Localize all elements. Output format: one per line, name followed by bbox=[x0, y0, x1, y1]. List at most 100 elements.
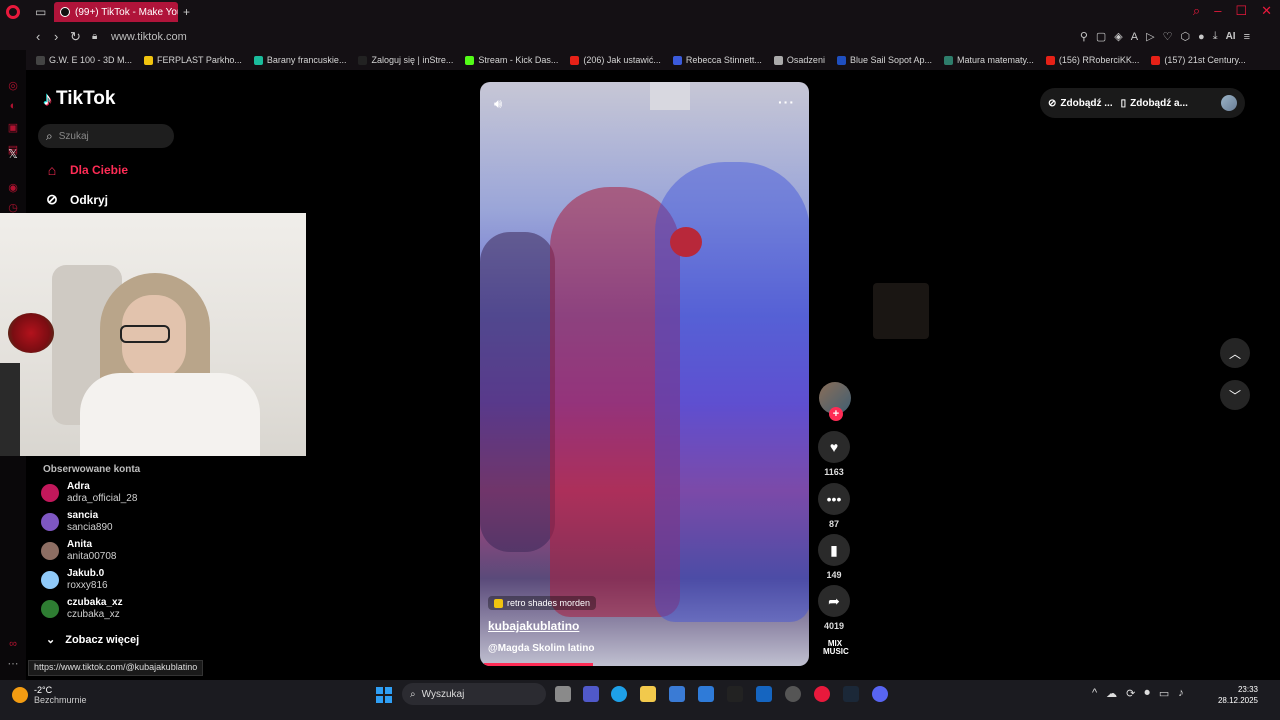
user-avatar[interactable] bbox=[1221, 95, 1237, 111]
tab-overview-icon[interactable]: ▭ bbox=[35, 5, 46, 19]
maximize-button[interactable]: ☐ bbox=[1235, 3, 1247, 19]
nav-explore[interactable]: ⊘ Odkryj bbox=[44, 191, 108, 208]
bookmark-item[interactable]: Blue Sail Sopot Ap... bbox=[836, 55, 932, 65]
menu-icon[interactable]: ≡ bbox=[1244, 31, 1250, 43]
steam-icon[interactable] bbox=[843, 686, 859, 702]
sync-icon[interactable]: ⟳ bbox=[1126, 687, 1135, 700]
search-tabs-icon[interactable]: ⌕ bbox=[1193, 3, 1200, 19]
following-account[interactable]: sancia sancia890 bbox=[41, 510, 113, 534]
sidebar-aria-icon[interactable]: ◎ bbox=[7, 80, 19, 92]
following-account[interactable]: Adra adra_official_28 bbox=[41, 481, 137, 505]
tab-tiktok[interactable]: (99+) TikTok - Make Your D bbox=[54, 2, 178, 22]
heart-icon[interactable]: ♥ bbox=[818, 431, 850, 463]
bookmark-item[interactable]: FERPLAST Parkho... bbox=[144, 55, 242, 65]
follow-plus-button[interactable]: + bbox=[829, 407, 843, 421]
close-window-button[interactable]: ✕ bbox=[1261, 3, 1272, 19]
bookmark-item[interactable]: Matura matematy... bbox=[944, 55, 1034, 65]
bookmark-item[interactable]: Barany francuskie... bbox=[253, 55, 346, 65]
volume-icon[interactable]: 🔊︎ bbox=[494, 96, 502, 112]
opera-taskbar-icon[interactable] bbox=[814, 686, 830, 702]
video-author-link[interactable]: kubajakublatino bbox=[488, 619, 579, 633]
forward-button[interactable]: › bbox=[54, 30, 58, 44]
sidebar-mail-icon[interactable]: ▣ bbox=[7, 122, 19, 134]
search-input[interactable] bbox=[58, 130, 159, 142]
video-description: @Magda Skolim latino bbox=[488, 643, 595, 654]
music-disc-icon[interactable]: MIX MUSIC bbox=[823, 640, 849, 656]
bookmark-item[interactable]: (157) 21st Century... bbox=[1151, 55, 1246, 65]
get-app-button[interactable]: ▯ Zdobądź a... bbox=[1121, 98, 1188, 109]
tray-chevron-icon[interactable]: ^ bbox=[1092, 687, 1097, 700]
download-icon[interactable]: ⤓ bbox=[1213, 30, 1218, 43]
discord-icon[interactable] bbox=[872, 686, 888, 702]
video-progress-bar[interactable] bbox=[484, 663, 593, 666]
capcut-icon[interactable] bbox=[727, 686, 743, 702]
search-box[interactable]: ⌕ bbox=[38, 124, 174, 148]
previous-video-button[interactable]: ︿ bbox=[1220, 338, 1250, 368]
bookmark-item[interactable]: (156) RRoberciKK... bbox=[1045, 55, 1139, 65]
play-icon[interactable]: ▷ bbox=[1146, 30, 1154, 43]
share-action[interactable]: ➦ 4019 bbox=[817, 585, 851, 631]
more-options-icon[interactable]: ··· bbox=[778, 94, 795, 110]
share-icon[interactable]: ➦ bbox=[818, 585, 850, 617]
nav-for-you[interactable]: ⌂ Dla Ciebie bbox=[44, 162, 128, 178]
bookmark-icon[interactable]: ▮ bbox=[818, 534, 850, 566]
following-account[interactable]: czubaka_xz czubaka_xz bbox=[41, 597, 123, 621]
task-view-icon[interactable] bbox=[555, 686, 571, 702]
bookmark-item[interactable]: G.W. E 100 - 3D M... bbox=[36, 55, 132, 65]
settings-icon[interactable] bbox=[785, 686, 801, 702]
like-action[interactable]: ♥ 1163 bbox=[817, 431, 851, 477]
translate-icon[interactable]: A bbox=[1131, 31, 1138, 43]
sidebar-more-icon[interactable]: ⋯ bbox=[7, 658, 19, 670]
music-tag[interactable]: retro shades morden bbox=[488, 596, 597, 610]
compass-icon: ⊘ bbox=[46, 191, 58, 207]
file-explorer-icon[interactable] bbox=[640, 686, 656, 702]
bookmark-item[interactable]: Osadzeni bbox=[773, 55, 825, 65]
comment-action[interactable]: ••• 87 bbox=[817, 483, 851, 529]
video-player[interactable]: 🔊︎ ··· retro shades morden kubajakublati… bbox=[480, 82, 809, 666]
mic-icon[interactable]: ⏺ bbox=[1144, 687, 1150, 700]
bookmark-item[interactable]: Rebecca Stinnett... bbox=[672, 55, 762, 65]
url-field[interactable]: www.tiktok.com bbox=[111, 31, 187, 43]
volume-tray-icon[interactable]: ♪ bbox=[1178, 687, 1184, 700]
windows-start-icon[interactable] bbox=[376, 687, 392, 703]
profile-icon[interactable]: ● bbox=[1198, 31, 1205, 43]
tiktok-logo[interactable]: ♪ TikTok bbox=[43, 88, 115, 110]
reload-button[interactable]: ↻ bbox=[70, 30, 81, 44]
following-account[interactable]: Jakub.0 roxxy816 bbox=[41, 568, 108, 592]
ai-button[interactable]: AI bbox=[1226, 31, 1236, 42]
weather-widget[interactable]: -2°C Bezchmurnie bbox=[12, 685, 87, 705]
bookmark-item[interactable]: (206) Jak ustawić... bbox=[570, 55, 661, 65]
bookmark-item[interactable]: Zaloguj się | inStre... bbox=[358, 55, 453, 65]
heart-icon[interactable]: ♡ bbox=[1163, 30, 1173, 43]
sidebar-ox-icon[interactable]: ∞ bbox=[7, 638, 19, 650]
network-icon[interactable]: ▭ bbox=[1159, 687, 1169, 700]
store-icon[interactable] bbox=[669, 686, 685, 702]
extensions-icon[interactable]: ⬡ bbox=[1180, 30, 1190, 43]
home-icon: ⌂ bbox=[47, 162, 57, 178]
sidebar-x-icon[interactable]: 𝕏 bbox=[7, 148, 19, 160]
mail-icon[interactable] bbox=[698, 686, 714, 702]
pin-icon[interactable]: ⚲ bbox=[1080, 30, 1088, 43]
see-more-button[interactable]: ⌄ Zobacz więcej bbox=[46, 633, 139, 647]
following-account[interactable]: Anita anita00708 bbox=[41, 539, 117, 563]
sidebar-history-icon[interactable]: ◉ bbox=[7, 182, 19, 194]
shield-icon[interactable]: ◈ bbox=[1114, 30, 1122, 43]
onedrive-icon[interactable]: ☁ bbox=[1106, 687, 1117, 700]
bookmark-item[interactable]: Stream - Kick Das... bbox=[465, 55, 558, 65]
comment-icon[interactable]: ••• bbox=[818, 483, 850, 515]
sidebar-messenger-icon[interactable]: ◐ bbox=[7, 100, 19, 112]
next-video-button[interactable]: ﹀ bbox=[1220, 380, 1250, 410]
comment-count: 87 bbox=[828, 519, 839, 529]
system-clock[interactable]: 23:33 28.12.2025 bbox=[1218, 684, 1258, 706]
opera-logo-icon[interactable] bbox=[6, 5, 20, 19]
taskbar-search[interactable]: ⌕ Wyszukaj bbox=[402, 683, 546, 705]
save-action[interactable]: ▮ 149 bbox=[817, 534, 851, 580]
teams-icon[interactable] bbox=[583, 686, 599, 702]
new-tab-button[interactable]: + bbox=[183, 5, 190, 19]
back-button[interactable]: ‹ bbox=[36, 30, 40, 44]
snapshot-icon[interactable]: ▢ bbox=[1096, 30, 1106, 43]
edge-icon[interactable] bbox=[611, 686, 627, 702]
minimize-button[interactable]: – bbox=[1214, 3, 1221, 19]
get-coins-button[interactable]: ⊘ Zdobądź ... bbox=[1048, 98, 1113, 109]
app-blue-icon[interactable] bbox=[756, 686, 772, 702]
